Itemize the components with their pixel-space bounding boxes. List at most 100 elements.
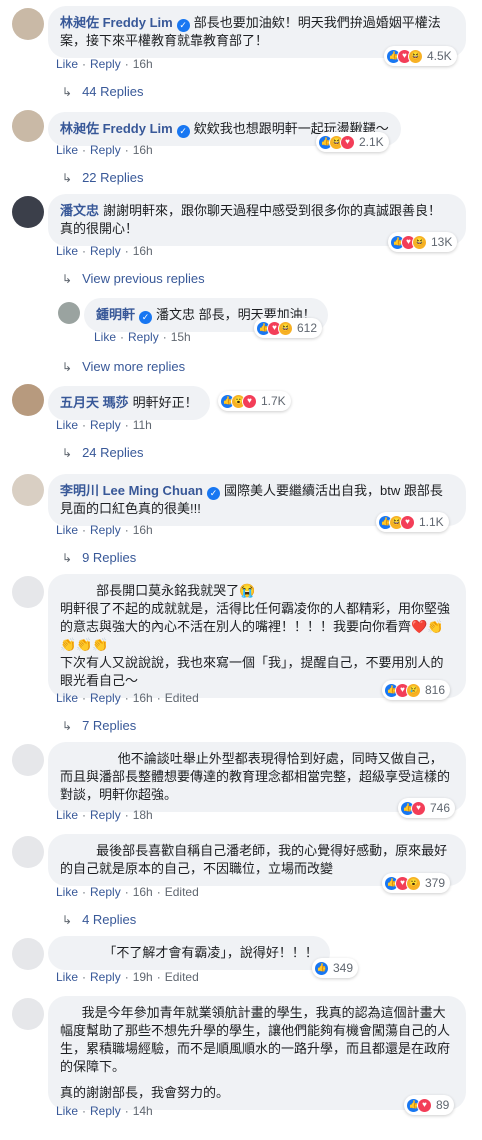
- reply-arrow-icon: ↳: [62, 446, 73, 460]
- haha-reaction-icon: 😆: [408, 48, 423, 64]
- like-link[interactable]: Like: [56, 808, 78, 822]
- commenter-name[interactable]: 潘文忠: [60, 203, 99, 218]
- timestamp[interactable]: 16h: [133, 143, 153, 157]
- view-replies-link[interactable]: ↳ 24 Replies: [62, 445, 144, 460]
- reply-link[interactable]: Reply: [90, 1104, 121, 1118]
- edited-label: Edited: [164, 691, 199, 705]
- commenter-name[interactable]: [60, 1005, 82, 1020]
- commenter-name[interactable]: [60, 843, 96, 858]
- reaction-count: 4.5K: [427, 49, 452, 63]
- view-replies-link[interactable]: ↳ 7 Replies: [62, 718, 136, 733]
- timestamp[interactable]: 14h: [133, 1104, 153, 1118]
- reaction-count: 2.1K: [359, 135, 384, 149]
- like-link[interactable]: Like: [56, 691, 78, 705]
- reaction-summary[interactable]: 👍 ♥ 😆 13K: [388, 232, 458, 252]
- avatar[interactable]: [12, 938, 44, 970]
- timestamp[interactable]: 16h: [133, 523, 153, 537]
- commenter-name[interactable]: [60, 751, 118, 766]
- reply-link[interactable]: Reply: [90, 143, 121, 157]
- avatar[interactable]: [58, 302, 80, 324]
- reply-link[interactable]: Reply: [90, 885, 121, 899]
- avatar[interactable]: [12, 836, 44, 868]
- verified-icon: ✓: [176, 19, 190, 32]
- avatar[interactable]: [12, 998, 44, 1030]
- timestamp[interactable]: 16h: [133, 885, 153, 899]
- avatar[interactable]: [12, 8, 44, 40]
- reply-link[interactable]: Reply: [90, 57, 121, 71]
- timestamp[interactable]: 18h: [133, 808, 153, 822]
- like-link[interactable]: Like: [56, 244, 78, 258]
- reply-link[interactable]: Reply: [90, 523, 121, 537]
- reply-arrow-icon: ↳: [62, 360, 73, 374]
- like-link[interactable]: Like: [56, 523, 78, 537]
- like-link[interactable]: Like: [56, 1104, 78, 1118]
- reply-arrow-icon: ↳: [62, 272, 73, 286]
- like-link[interactable]: Like: [56, 418, 78, 432]
- reaction-count: 13K: [431, 235, 453, 249]
- comment-text: 真的謝謝部長，我會努力的。: [60, 1085, 230, 1100]
- view-more-replies-link[interactable]: ↳ View more replies: [62, 359, 185, 374]
- reply-link[interactable]: Reply: [90, 691, 121, 705]
- timestamp[interactable]: 19h: [133, 970, 153, 984]
- view-replies-link[interactable]: ↳ 4 Replies: [62, 912, 136, 927]
- haha-reaction-icon: 😆: [412, 234, 427, 250]
- reply-link[interactable]: Reply: [90, 808, 121, 822]
- reaction-summary[interactable]: 👍 ♥ 😮 379: [382, 873, 451, 893]
- reaction-summary[interactable]: 👍 349: [312, 958, 359, 978]
- comment-actions: Like · Reply · 15h: [94, 330, 191, 344]
- comment-actions: Like · Reply · 16h: [56, 143, 153, 157]
- view-previous-replies-link[interactable]: ↳ View previous replies: [62, 271, 205, 286]
- avatar[interactable]: [12, 384, 44, 416]
- timestamp[interactable]: 11h: [133, 418, 152, 432]
- reply-arrow-icon: ↳: [62, 719, 73, 733]
- commenter-name[interactable]: [60, 945, 103, 960]
- avatar[interactable]: [12, 196, 44, 228]
- commenter-name[interactable]: 李明川 Lee Ming Chuan: [60, 483, 203, 498]
- reaction-summary[interactable]: 👍 ♥ 😢 816: [382, 680, 451, 700]
- commenter-name[interactable]: 五月天 瑪莎: [60, 395, 129, 410]
- comment-text: 明軒很了不起的成就就是，活得比任何霸凌你的人都精彩，用你堅強的意志與強大的內心不…: [60, 601, 451, 652]
- reaction-summary[interactable]: 👍 ♥ 746: [398, 798, 456, 818]
- reply-link[interactable]: Reply: [128, 330, 159, 344]
- timestamp[interactable]: 15h: [171, 330, 191, 344]
- like-link[interactable]: Like: [94, 330, 116, 344]
- reply-link[interactable]: Reply: [90, 244, 121, 258]
- like-link[interactable]: Like: [56, 970, 78, 984]
- avatar[interactable]: [12, 744, 44, 776]
- like-link[interactable]: Like: [56, 143, 78, 157]
- sad-reaction-icon: 😢: [406, 682, 421, 698]
- comment-actions: Like · Reply · 16h: [56, 57, 153, 71]
- commenter-name[interactable]: 林昶佐 Freddy Lim: [60, 15, 173, 30]
- timestamp[interactable]: 16h: [133, 691, 153, 705]
- comment-actions: Like · Reply · 16h · Edited: [56, 885, 199, 899]
- reply-link[interactable]: Reply: [90, 418, 121, 432]
- reaction-summary[interactable]: 👍 😮 ♥ 1.7K: [218, 391, 291, 411]
- commenter-name[interactable]: 林昶佐 Freddy Lim: [60, 121, 173, 136]
- comment-text: 部長開口莫永銘我就哭了😭: [96, 583, 256, 598]
- reaction-summary[interactable]: 👍 ♥ 89: [404, 1095, 455, 1115]
- comment-bubble: 五月天 瑪莎 明軒好正！: [48, 386, 210, 420]
- commenter-name[interactable]: [60, 583, 96, 598]
- view-replies-link[interactable]: ↳ 9 Replies: [62, 550, 136, 565]
- commenter-name[interactable]: 鍾明軒: [96, 307, 135, 322]
- reaction-summary[interactable]: 👍 😆 ♥ 1.1K: [376, 512, 449, 532]
- comment-actions: Like · Reply · 16h: [56, 523, 153, 537]
- comment-bubble: 「不了解才會有霸凌」，說得好！！！: [48, 936, 330, 970]
- like-link[interactable]: Like: [56, 57, 78, 71]
- avatar[interactable]: [12, 474, 44, 506]
- timestamp[interactable]: 16h: [133, 244, 153, 258]
- reply-link[interactable]: Reply: [90, 970, 121, 984]
- reaction-summary[interactable]: 👍 ♥ 😆 4.5K: [384, 46, 457, 66]
- reply-arrow-icon: ↳: [62, 913, 73, 927]
- avatar[interactable]: [12, 110, 44, 142]
- avatar[interactable]: [12, 576, 44, 608]
- reaction-summary[interactable]: 👍 😆 ♥ 2.1K: [316, 132, 389, 152]
- reaction-summary[interactable]: 👍 ♥ 😆 612: [254, 318, 323, 338]
- like-link[interactable]: Like: [56, 885, 78, 899]
- verified-icon: ✓: [176, 125, 190, 138]
- view-replies-link[interactable]: ↳ 44 Replies: [62, 84, 144, 99]
- timestamp[interactable]: 16h: [133, 57, 153, 71]
- view-replies-link[interactable]: ↳ 22 Replies: [62, 170, 144, 185]
- verified-icon: ✓: [139, 311, 153, 324]
- comment-text: 他不論談吐舉止外型都表現得恰到好處，同時又做自己，而且與潘部長整體想要傳達的教育…: [60, 751, 451, 802]
